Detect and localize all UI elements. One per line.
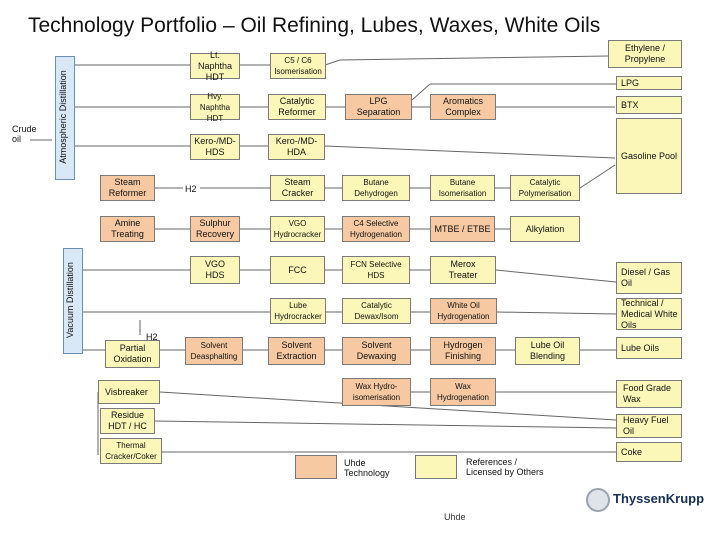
c4-selective-hydrogenation-unit: C4 Selective Hydrogenation — [342, 216, 410, 242]
product-technical-white-oils: Technical / Medical White Oils — [616, 298, 682, 330]
process-flow-diagram: Technology Portfolio – Oil Refining, Lub… — [0, 0, 720, 540]
lt-naphtha-hdt-unit: Lt. Naphtha HDT — [190, 50, 240, 82]
legend-uhde-label: Uhde Technology — [344, 458, 390, 478]
vgo-hds-unit: VGO HDS — [190, 256, 240, 284]
thyssenkrupp-logo-icon — [586, 488, 610, 512]
vacuum-distillation-label: Vacuum Distillation — [65, 262, 75, 338]
mtbe-etbe-unit: MTBE / ETBE — [430, 216, 495, 242]
wax-hydroisomerisation-unit: Wax Hydro- isomerisation — [342, 378, 411, 406]
fcn-selective-hds-unit: FCN Selective HDS — [342, 256, 410, 284]
white-oil-hydrogenation-unit: White Oil Hydrogenation — [430, 298, 497, 324]
legend-licensed-swatch — [415, 455, 457, 479]
product-heavy-fuel-oil: Heavy Fuel Oil — [616, 414, 682, 438]
hydrogen-finishing-unit: Hydrogen Finishing — [430, 337, 496, 365]
solvent-dewaxing-unit: Solvent Dewaxing — [342, 337, 411, 365]
vgo-hydrocracker-unit: VGO Hydrocracker — [270, 216, 325, 242]
butane-dehydrogen-unit: Butane Dehydrogen — [342, 175, 410, 201]
butane-isomerisation-unit: Butane Isomerisation — [430, 175, 495, 201]
merox-treater-unit: Merox Treater — [430, 256, 496, 284]
legend-licensed-label: References / Licensed by Others — [466, 457, 544, 477]
product-gasoline-pool: Gasoline Pool — [616, 118, 682, 194]
catalytic-dewax-unit: Catalytic Dewax/Isom — [342, 298, 411, 324]
kero-md-hds-unit: Kero-/MD- HDS — [190, 134, 240, 160]
lpg-separation-unit: LPG Separation — [345, 94, 412, 120]
visbreaker-unit: Visbreaker — [98, 380, 160, 404]
aromatics-complex-unit: Aromatics Complex — [430, 94, 496, 120]
solvent-extraction-unit: Solvent Extraction — [268, 337, 325, 365]
atmospheric-distillation-label: Atmospheric Distillation — [58, 70, 68, 164]
catalytic-reformer-unit: Catalytic Reformer — [268, 94, 326, 120]
product-lube-oils: Lube Oils — [616, 337, 682, 359]
product-ethylene-propylene: Ethylene / Propylene — [608, 40, 682, 68]
partial-oxidation-unit: Partial Oxidation — [105, 340, 160, 368]
product-diesel-gas-oil: Diesel / Gas Oil — [616, 262, 682, 294]
sulphur-recovery-unit: Sulphur Recovery — [190, 216, 240, 242]
hvy-naphtha-hdt-unit: Hvy. Naphtha HDT — [190, 92, 240, 123]
product-btx: BTX — [616, 96, 682, 114]
h2-label: H2 — [185, 184, 197, 194]
legend-uhde-swatch — [295, 455, 337, 479]
steam-reformer-unit: Steam Reformer — [100, 175, 155, 201]
lube-hydrocracker-unit: Lube Hydrocracker — [270, 298, 326, 324]
product-food-grade-wax: Food Grade Wax — [616, 380, 682, 408]
product-coke: Coke — [616, 442, 682, 462]
footer-company-name: Uhde — [444, 512, 466, 522]
product-lpg: LPG — [616, 76, 682, 90]
alkylation-unit: Alkylation — [510, 216, 580, 242]
thermal-cracker-coker-unit: Thermal Cracker/Coker — [100, 438, 162, 464]
residue-hdt-hc-unit: Residue HDT / HC — [100, 408, 155, 434]
solvent-deasphalting-unit: Solvent Deasphalting — [185, 337, 243, 365]
lube-oil-blending-unit: Lube Oil Blending — [515, 337, 580, 365]
catalytic-polymerisation-unit: Catalytic Polymerisation — [510, 175, 580, 201]
amine-treating-unit: Amine Treating — [100, 216, 155, 242]
fcc-unit: FCC — [270, 256, 325, 284]
c5-c6-isomerisation-unit: C5 / C6 Isomerisation — [270, 53, 326, 79]
steam-cracker-unit: Steam Cracker — [270, 175, 325, 201]
crude-oil-label: Crude oil — [12, 124, 37, 144]
wax-hydrogenation-unit: Wax Hydrogenation — [430, 378, 496, 406]
kero-md-hda-unit: Kero-/MD- HDA — [268, 134, 325, 160]
thyssenkrupp-logo-text: ThyssenKrupp — [613, 491, 705, 506]
